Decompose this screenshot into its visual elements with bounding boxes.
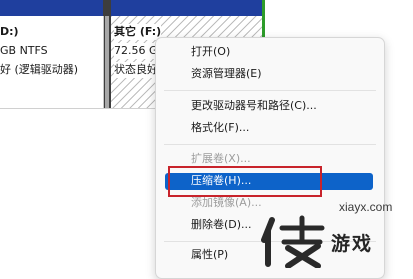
- partition-f-size: 72.56 G: [114, 43, 158, 59]
- menu-item-open[interactable]: 打开(O): [191, 43, 230, 61]
- watermark-logo-icon: [261, 215, 325, 268]
- watermark-url: xiayx.com: [339, 200, 393, 214]
- menu-item-change-drive-letter[interactable]: 更改驱动器号和路径(C)...: [191, 97, 317, 115]
- partition-d-label: D:): [0, 25, 19, 38]
- partition-divider: [103, 0, 111, 108]
- menu-separator: [164, 90, 376, 91]
- disk-header-bar-left: [0, 0, 103, 16]
- partition-d-size: GB NTFS: [0, 44, 48, 57]
- watermark-text: 游戏: [331, 233, 374, 255]
- menu-item-explore[interactable]: 资源管理器(E): [191, 65, 262, 83]
- partition-f-status: 状态良好: [114, 62, 158, 78]
- partition-d[interactable]: D:) GB NTFS 好 (逻辑驱动器): [0, 16, 104, 108]
- menu-item-properties[interactable]: 属性(P): [191, 246, 228, 264]
- partition-f-label: 其它 (F:): [114, 24, 162, 40]
- menu-item-delete-volume[interactable]: 删除卷(D)...: [191, 216, 252, 234]
- partition-d-status: 好 (逻辑驱动器): [0, 63, 79, 76]
- annotation-highlight-box: [168, 166, 322, 197]
- menu-separator: [164, 144, 376, 145]
- disk-header-bar-right: [111, 0, 262, 16]
- menu-item-format[interactable]: 格式化(F)...: [191, 119, 249, 137]
